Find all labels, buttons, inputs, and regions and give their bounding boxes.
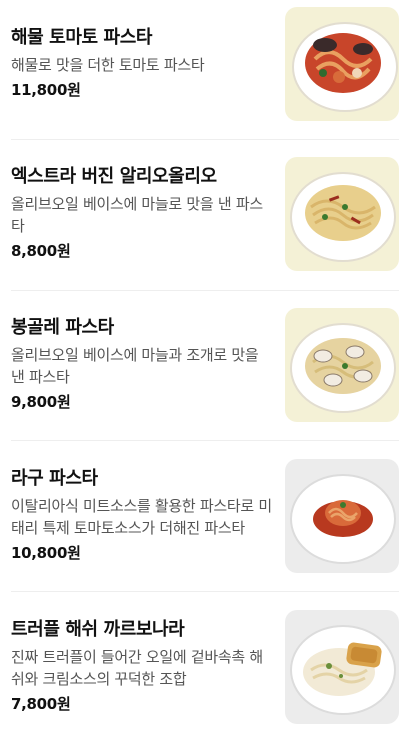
divider <box>11 139 399 140</box>
menu-item-price: 9,800원 <box>11 393 71 411</box>
menu-item-name: 봉골레 파스타 <box>11 317 114 338</box>
divider <box>11 591 399 592</box>
menu-item-aglio-olio[interactable]: 엑스트라 버진 알리오올리오 올리브오일 베이스에 마늘로 맛을 낸 파스타 8… <box>11 150 399 300</box>
menu-item-name: 트러플 해쉬 까르보나라 <box>11 619 185 640</box>
menu-item-price: 8,800원 <box>11 242 71 260</box>
menu-item-price: 10,800원 <box>11 544 81 562</box>
menu-item-name: 해물 토마토 파스타 <box>11 27 153 48</box>
divider <box>11 440 399 441</box>
menu-item-ragu[interactable]: 라구 파스타 이탈리아식 미트소스를 활용한 파스타로 미태리 특제 토마토소스… <box>11 452 399 602</box>
menu-item-description: 올리브오일 베이스에 마늘로 맛을 낸 파스타 <box>11 195 263 235</box>
menu-item-seafood-tomato-pasta[interactable]: 해물 토마토 파스타 해물로 맛을 더한 토마토 파스타 11,800원 <box>11 0 399 150</box>
seafood-tomato-pasta-image[interactable] <box>285 7 399 121</box>
menu-item-text: 엑스트라 버진 알리오올리오 올리브오일 베이스에 마늘로 맛을 낸 파스타 8… <box>11 165 273 261</box>
divider <box>11 290 399 291</box>
menu-item-description: 해물로 맛을 더한 토마토 파스타 <box>11 56 205 74</box>
menu-item-text: 트러플 해쉬 까르보나라 진짜 트러플이 들어간 오일에 겉바속촉 해쉬와 크림… <box>11 618 273 714</box>
aglio-olio-pasta-image[interactable] <box>285 157 399 271</box>
menu-item-price: 7,800원 <box>11 695 71 713</box>
menu-item-name: 라구 파스타 <box>11 468 98 489</box>
vongole-pasta-image[interactable] <box>285 308 399 422</box>
menu-item-description: 올리브오일 베이스에 마늘과 조개로 맛을 낸 파스타 <box>11 346 259 386</box>
menu-item-truffle-hash-carbonara[interactable]: 트러플 해쉬 까르보나라 진짜 트러플이 들어간 오일에 겉바속촉 해쉬와 크림… <box>11 603 399 753</box>
menu-item-text: 라구 파스타 이탈리아식 미트소스를 활용한 파스타로 미태리 특제 토마토소스… <box>11 467 273 563</box>
menu-item-description: 이탈리아식 미트소스를 활용한 파스타로 미태리 특제 토마토소스가 더해진 파… <box>11 497 272 537</box>
truffle-hash-carbonara-image[interactable] <box>285 610 399 724</box>
menu-item-price: 11,800원 <box>11 81 81 99</box>
menu-item-text: 해물 토마토 파스타 해물로 맛을 더한 토마토 파스타 11,800원 <box>11 26 273 100</box>
menu-item-name: 엑스트라 버진 알리오올리오 <box>11 166 217 187</box>
menu-item-description: 진짜 트러플이 들어간 오일에 겉바속촉 해쉬와 크림소스의 꾸덕한 조합 <box>11 648 263 688</box>
menu-item-text: 봉골레 파스타 올리브오일 베이스에 마늘과 조개로 맛을 낸 파스타 9,80… <box>11 316 273 412</box>
menu-item-vongole[interactable]: 봉골레 파스타 올리브오일 베이스에 마늘과 조개로 맛을 낸 파스타 9,80… <box>11 301 399 451</box>
ragu-pasta-image[interactable] <box>285 459 399 573</box>
